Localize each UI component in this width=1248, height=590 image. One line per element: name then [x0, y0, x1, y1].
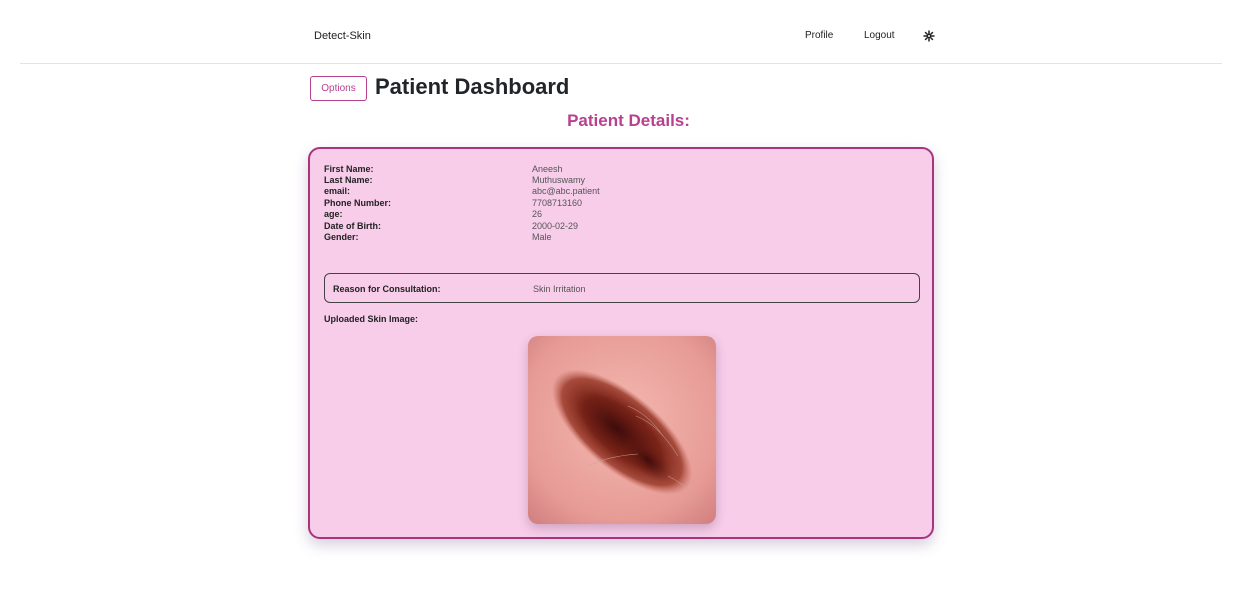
gear-icon[interactable] — [923, 30, 935, 42]
uploaded-skin-image — [528, 336, 716, 524]
patient-details-heading: Patient Details: — [0, 111, 1248, 131]
top-navbar: Detect-Skin Profile Logout — [20, 0, 1222, 64]
reason-value: Skin Irritation — [533, 284, 586, 294]
field-label: Gender: — [324, 232, 359, 242]
field-label: age: — [324, 209, 343, 219]
field-value: 7708713160 — [532, 198, 583, 208]
field-value: 26 — [532, 209, 543, 219]
field-label: Last Name: — [324, 175, 373, 185]
field-label: email: — [324, 186, 351, 196]
field-value: Aneesh — [532, 164, 563, 174]
field-value: 2000-02-29 — [532, 221, 579, 231]
field-value: Male — [532, 232, 552, 242]
skin-lesion-image — [528, 336, 716, 524]
field-label: First Name: — [324, 164, 374, 174]
field-label: Phone Number: — [324, 198, 392, 208]
reason-label: Reason for Consultation: — [333, 284, 441, 294]
nav-logout-link[interactable]: Logout — [864, 30, 895, 41]
field-value: abc@abc.patient — [532, 186, 600, 196]
field-label: Date of Birth: — [324, 221, 381, 231]
consultation-reason-box: Reason for Consultation: Skin Irritation — [324, 273, 920, 303]
patient-details-heading-text: Patient Details: — [567, 111, 690, 130]
options-button[interactable]: Options — [310, 76, 367, 101]
page-title: Patient Dashboard — [375, 74, 570, 99]
patient-details-card: First Name: Aneesh Last Name: Muthuswamy… — [308, 147, 934, 539]
uploaded-image-label: Uploaded Skin Image: — [324, 314, 419, 324]
field-value: Muthuswamy — [532, 175, 586, 185]
brand-link[interactable]: Detect-Skin — [314, 30, 371, 42]
nav-profile-link[interactable]: Profile — [805, 30, 833, 41]
